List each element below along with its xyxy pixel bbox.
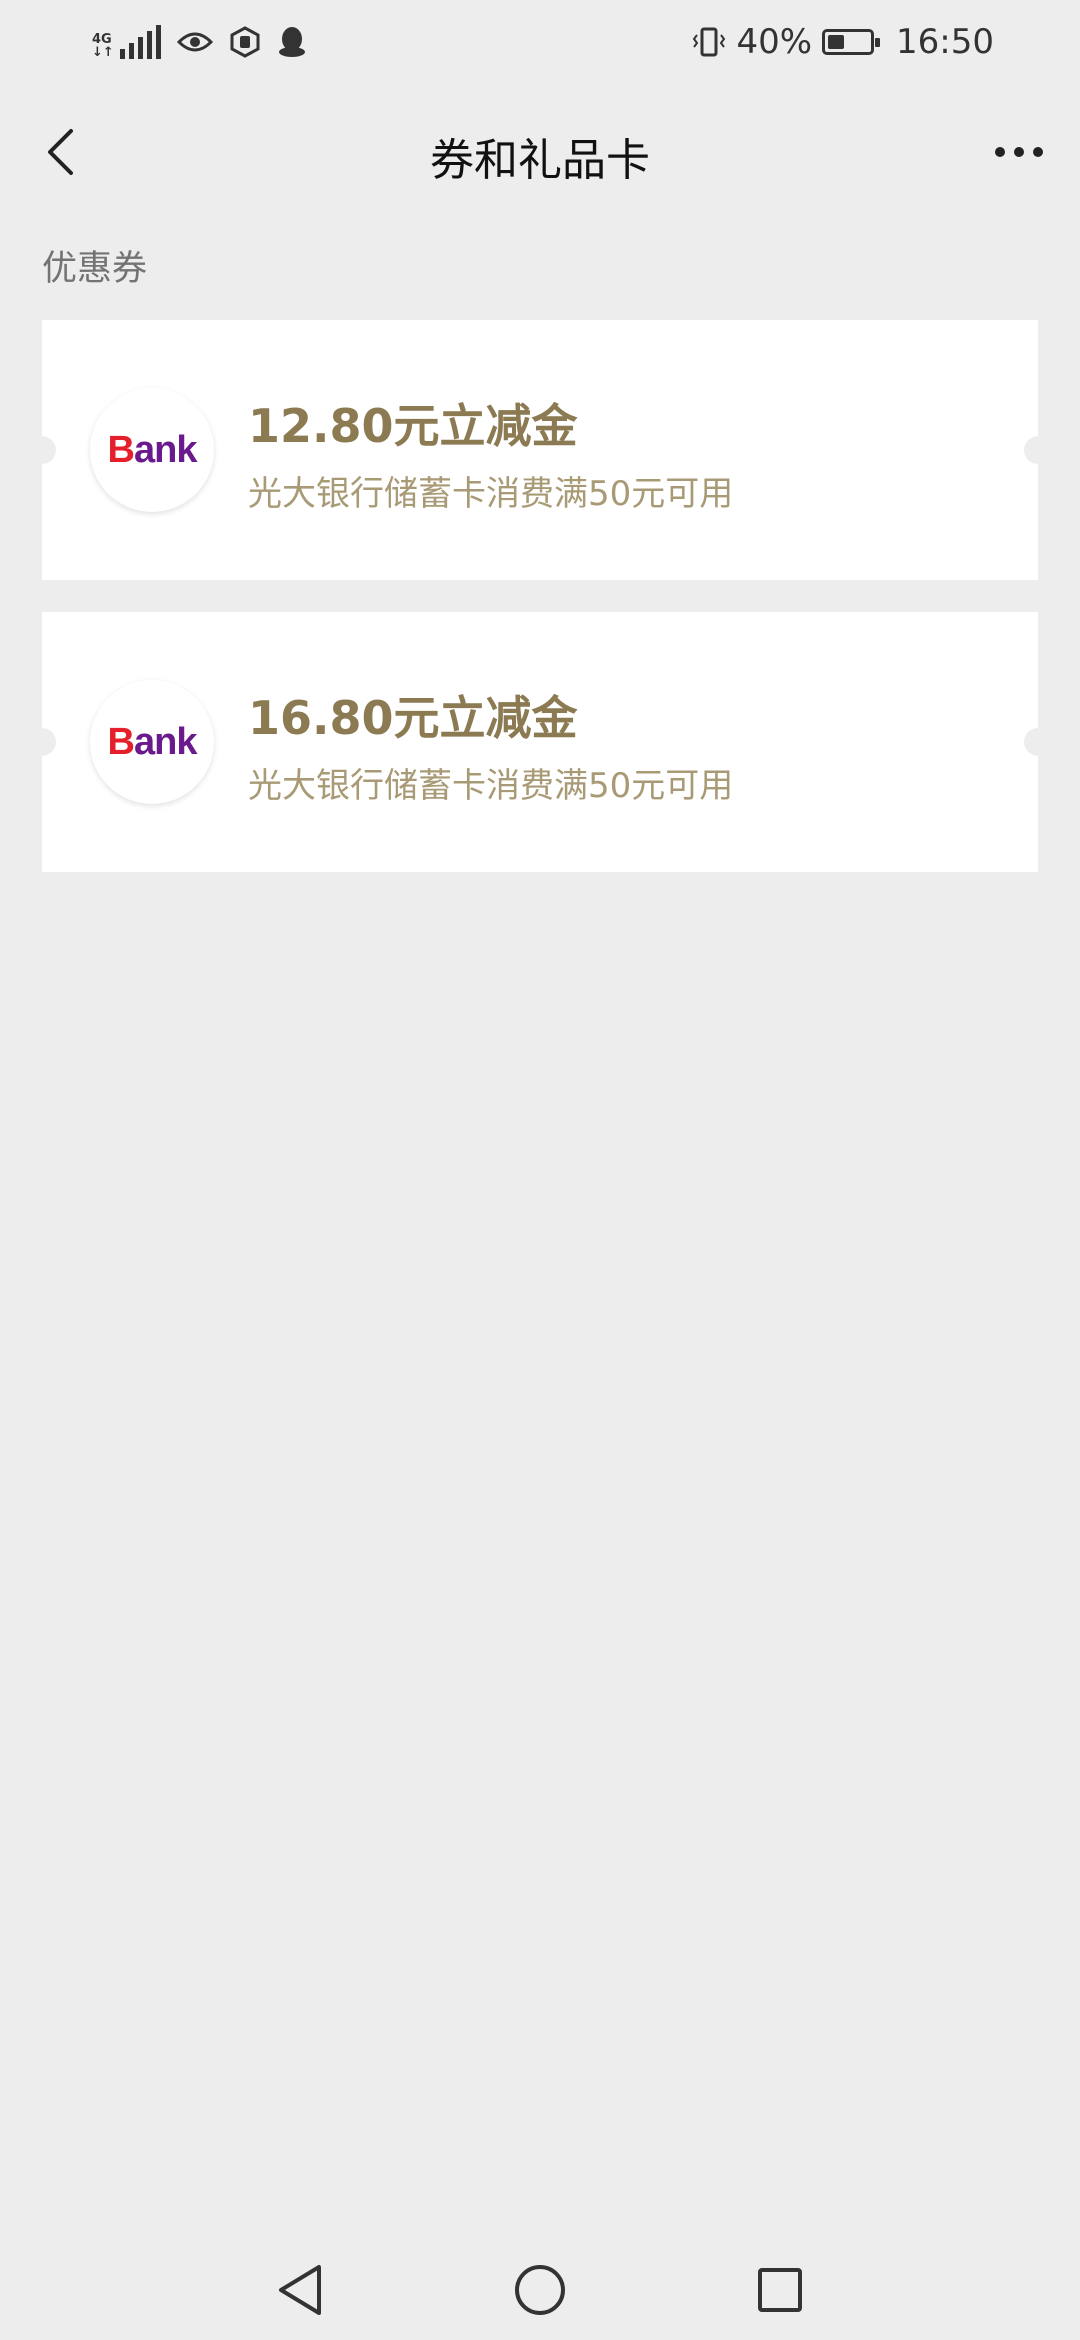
status-right-icons: 40% 16:50 <box>692 20 994 64</box>
coupon-card[interactable]: Bank 12.80元立减金 光大银行储蓄卡消费满50元可用 <box>28 320 1052 580</box>
battery-fill <box>828 35 845 49</box>
home-circle-icon <box>515 2265 565 2315</box>
system-home-button[interactable] <box>500 2250 580 2330</box>
recents-square-icon <box>758 2268 802 2312</box>
system-back-button[interactable] <box>260 2250 340 2330</box>
coupon-notch-right <box>1024 728 1052 756</box>
section-label-coupons: 优惠券 <box>42 249 148 289</box>
system-recents-button[interactable] <box>740 2250 820 2330</box>
coupon-amount: 16.80元立减金 <box>248 691 578 745</box>
coupon-description: 光大银行储蓄卡消费满50元可用 <box>248 766 734 806</box>
bank-logo: Bank <box>90 680 214 804</box>
system-nav-bar <box>0 2240 1080 2340</box>
coupon-amount: 12.80元立减金 <box>248 399 578 453</box>
coupon-notch-right <box>1024 436 1052 464</box>
eye-icon <box>176 32 213 52</box>
status-time: 16:50 <box>896 22 994 62</box>
more-button[interactable] <box>986 126 1052 178</box>
coupon-notch-left <box>28 728 56 756</box>
battery-percent: 40% <box>736 22 813 62</box>
qq-penguin-icon <box>278 27 305 57</box>
coupon-description: 光大银行储蓄卡消费满50元可用 <box>248 474 734 514</box>
page-title: 券和礼品卡 <box>430 135 650 186</box>
more-dots-icon <box>995 147 1005 157</box>
coupon-card[interactable]: Bank 16.80元立减金 光大银行储蓄卡消费满50元可用 <box>28 612 1052 872</box>
header: 券和礼品卡 <box>0 100 1080 204</box>
shield-hand-icon <box>230 26 260 58</box>
back-triangle-icon <box>279 2265 321 2315</box>
battery-icon <box>822 29 881 55</box>
coupon-notch-left <box>28 436 56 464</box>
bank-logo: Bank <box>90 388 214 512</box>
status-left-icons: 4G ↓↑ <box>92 22 307 62</box>
signal-icon: 4G ↓↑ <box>92 25 161 59</box>
vibrate-icon <box>693 27 726 57</box>
status-bar: 4G ↓↑ 40% 16:50 <box>0 0 1080 86</box>
